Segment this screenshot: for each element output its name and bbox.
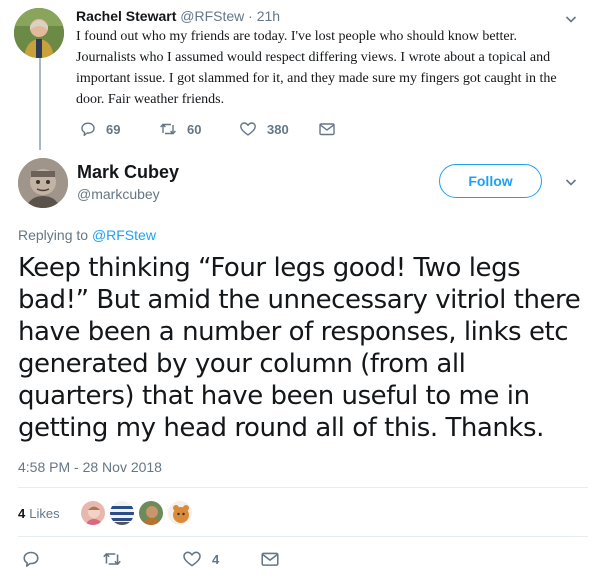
likes-label: Likes	[29, 505, 60, 521]
replying-mention-link[interactable]: @RFStew	[92, 227, 156, 243]
liker-avatar[interactable]	[80, 500, 106, 526]
reply-button[interactable]	[22, 548, 40, 570]
parent-like-count: 380	[267, 121, 289, 137]
follow-button[interactable]: Follow	[439, 164, 542, 198]
main-tweet-text: Keep thinking “Four legs good! Two legs …	[18, 253, 581, 443]
parent-reply-button[interactable]: 69	[80, 118, 120, 140]
tweet-timestamp[interactable]: 4:58 PM - 28 Nov 2018	[18, 458, 162, 476]
main-author-name[interactable]: Mark Cubey	[77, 161, 179, 183]
reply-icon	[23, 551, 39, 567]
parent-author-name[interactable]: Rachel Stewart	[76, 8, 176, 24]
main-avatar[interactable]	[18, 158, 68, 208]
parent-like-button[interactable]: 380	[239, 118, 289, 140]
likers-list	[80, 500, 196, 526]
parent-author-handle[interactable]: @RFStew	[180, 8, 244, 24]
main-actions: 4	[18, 548, 578, 570]
parent-tweet-text: I found out who my friends are today. I'…	[76, 29, 557, 107]
parent-reply-count: 69	[106, 121, 121, 137]
divider	[18, 487, 588, 488]
time-separator: ·	[248, 8, 253, 24]
retweet-button[interactable]	[102, 548, 122, 570]
likes-count: 4	[18, 505, 26, 521]
replying-to: Replying to @RFStew	[18, 226, 156, 244]
liker-avatar[interactable]	[167, 500, 193, 526]
parent-avatar[interactable]	[14, 8, 64, 58]
parent-retweet-count: 60	[187, 121, 202, 137]
message-icon	[261, 552, 279, 566]
reply-icon	[81, 122, 95, 136]
message-button[interactable]	[260, 548, 280, 570]
like-icon	[240, 122, 256, 136]
parent-retweet-button[interactable]: 60	[159, 118, 201, 140]
replying-prefix: Replying to	[18, 227, 89, 243]
likes-summary[interactable]: 4 Likes	[18, 498, 60, 528]
thread-line	[39, 58, 41, 150]
retweet-icon	[160, 123, 176, 135]
retweet-icon	[103, 552, 121, 565]
chevron-down-icon[interactable]	[565, 13, 577, 25]
parent-time[interactable]: 21h	[257, 8, 280, 24]
parent-header: Rachel Stewart @RFStew · 21h	[76, 7, 280, 25]
main-author-handle[interactable]: @markcubey	[77, 185, 160, 203]
liker-avatar[interactable]	[138, 500, 164, 526]
like-count: 4	[212, 551, 220, 567]
like-button[interactable]: 4	[182, 548, 219, 570]
parent-message-button[interactable]	[318, 118, 336, 140]
message-icon	[319, 123, 335, 136]
liker-avatar[interactable]	[109, 500, 135, 526]
like-icon	[183, 551, 201, 567]
divider	[18, 536, 588, 537]
chevron-down-icon[interactable]	[565, 176, 577, 188]
